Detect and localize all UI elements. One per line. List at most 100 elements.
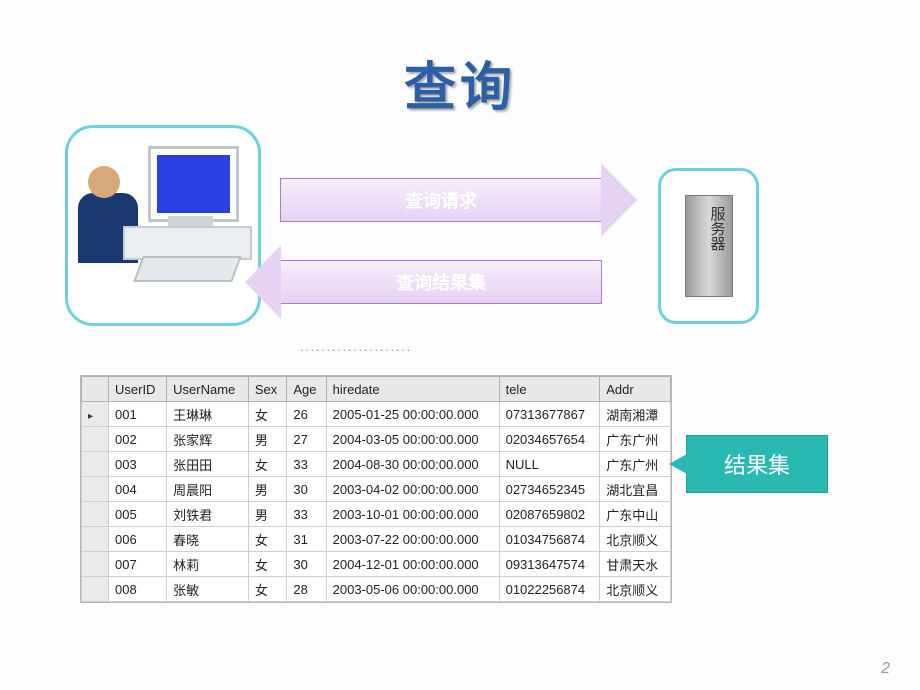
cell-userid: 006 (109, 527, 167, 552)
cell-addr: 湖北宜昌 (600, 477, 671, 502)
cell-hiredate: 2003-07-22 00:00:00.000 (326, 527, 499, 552)
row-selector (82, 502, 109, 527)
cell-userid: 008 (109, 577, 167, 602)
cell-tele: 07313677867 (499, 402, 600, 427)
cell-tele: 01022256874 (499, 577, 600, 602)
cell-tele: 02034657654 (499, 427, 600, 452)
col-tele: tele (499, 377, 600, 402)
col-userid: UserID (109, 377, 167, 402)
table-row: 004周晨阳男302003-04-02 00:00:00.00002734652… (82, 477, 671, 502)
cell-addr: 甘肃天水 (600, 552, 671, 577)
cell-age: 28 (287, 577, 326, 602)
row-selector (82, 452, 109, 477)
cell-userid: 001 (109, 402, 167, 427)
cell-addr: 广东广州 (600, 452, 671, 477)
cell-username: 张田田 (167, 452, 249, 477)
result-table: UserID UserName Sex Age hiredate tele Ad… (80, 375, 672, 603)
monitor-stand (168, 216, 213, 226)
result-set-callout: 结果集 (686, 435, 828, 493)
cell-hiredate: 2004-08-30 00:00:00.000 (326, 452, 499, 477)
col-age: Age (287, 377, 326, 402)
cell-hiredate: 2004-12-01 00:00:00.000 (326, 552, 499, 577)
monitor-screen (157, 155, 230, 213)
table-row: 008张敏女282003-05-06 00:00:00.000010222568… (82, 577, 671, 602)
row-selector (82, 577, 109, 602)
request-arrow-label: 查询请求 (405, 187, 477, 213)
cell-addr: 北京顺义 (600, 527, 671, 552)
cell-sex: 女 (248, 452, 287, 477)
row-selector (82, 527, 109, 552)
col-username: UserName (167, 377, 249, 402)
cell-username: 周晨阳 (167, 477, 249, 502)
col-sex: Sex (248, 377, 287, 402)
cell-username: 春晓 (167, 527, 249, 552)
response-arrow: 查询结果集 (280, 260, 602, 304)
cell-hiredate: 2003-04-02 00:00:00.000 (326, 477, 499, 502)
cell-userid: 007 (109, 552, 167, 577)
table-row: 003张田田女332004-08-30 00:00:00.000NULL广东广州 (82, 452, 671, 477)
client-illustration (65, 125, 261, 326)
cell-sex: 男 (248, 427, 287, 452)
placeholder-dots: ..................... (300, 340, 412, 354)
table-row: 001王琳琳女262005-01-25 00:00:00.00007313677… (82, 402, 671, 427)
cell-addr: 广东广州 (600, 427, 671, 452)
cell-hiredate: 2003-05-06 00:00:00.000 (326, 577, 499, 602)
cell-hiredate: 2004-03-05 00:00:00.000 (326, 427, 499, 452)
table-row: 002张家辉男272004-03-05 00:00:00.00002034657… (82, 427, 671, 452)
arrow-head-left-icon (245, 245, 281, 319)
keyboard-icon (133, 256, 241, 282)
row-selector (82, 477, 109, 502)
cell-userid: 004 (109, 477, 167, 502)
table-row: 005刘铁君男332003-10-01 00:00:00.00002087659… (82, 502, 671, 527)
cell-sex: 男 (248, 502, 287, 527)
server-icon: 服务器 (685, 195, 733, 297)
cell-sex: 女 (248, 552, 287, 577)
cell-username: 刘铁君 (167, 502, 249, 527)
cell-age: 26 (287, 402, 326, 427)
cell-userid: 002 (109, 427, 167, 452)
row-selector (82, 402, 109, 427)
cell-tele: 02087659802 (499, 502, 600, 527)
row-selector (82, 427, 109, 452)
server-illustration: 服务器 (658, 168, 759, 324)
cell-hiredate: 2005-01-25 00:00:00.000 (326, 402, 499, 427)
cell-addr: 北京顺义 (600, 577, 671, 602)
cell-username: 林莉 (167, 552, 249, 577)
page-title: 查询 (0, 45, 920, 120)
cell-age: 31 (287, 527, 326, 552)
cell-username: 张家辉 (167, 427, 249, 452)
row-selector (82, 552, 109, 577)
table-header-row: UserID UserName Sex Age hiredate tele Ad… (82, 377, 671, 402)
cell-age: 30 (287, 552, 326, 577)
computer-base (123, 226, 252, 260)
cell-age: 30 (287, 477, 326, 502)
cell-age: 27 (287, 427, 326, 452)
request-arrow: 查询请求 (280, 178, 602, 222)
cell-hiredate: 2003-10-01 00:00:00.000 (326, 502, 499, 527)
cell-tele: NULL (499, 452, 600, 477)
cell-tele: 02734652345 (499, 477, 600, 502)
col-addr: Addr (600, 377, 671, 402)
cell-addr: 广东中山 (600, 502, 671, 527)
cell-userid: 005 (109, 502, 167, 527)
row-selector-header (82, 377, 109, 402)
response-arrow-label: 查询结果集 (396, 269, 486, 295)
cell-sex: 女 (248, 402, 287, 427)
cell-sex: 女 (248, 577, 287, 602)
cell-tele: 01034756874 (499, 527, 600, 552)
arrow-head-right-icon (601, 163, 637, 237)
table-row: 006春晓女312003-07-22 00:00:00.000010347568… (82, 527, 671, 552)
cell-age: 33 (287, 452, 326, 477)
col-hiredate: hiredate (326, 377, 499, 402)
cell-sex: 女 (248, 527, 287, 552)
cell-age: 33 (287, 502, 326, 527)
table-row: 007林莉女302004-12-01 00:00:00.000093136475… (82, 552, 671, 577)
cell-username: 张敏 (167, 577, 249, 602)
cell-userid: 003 (109, 452, 167, 477)
cell-addr: 湖南湘潭 (600, 402, 671, 427)
person-head-shape (88, 166, 120, 198)
monitor-icon (148, 146, 239, 222)
server-label: 服务器 (707, 206, 728, 251)
cell-username: 王琳琳 (167, 402, 249, 427)
cell-sex: 男 (248, 477, 287, 502)
